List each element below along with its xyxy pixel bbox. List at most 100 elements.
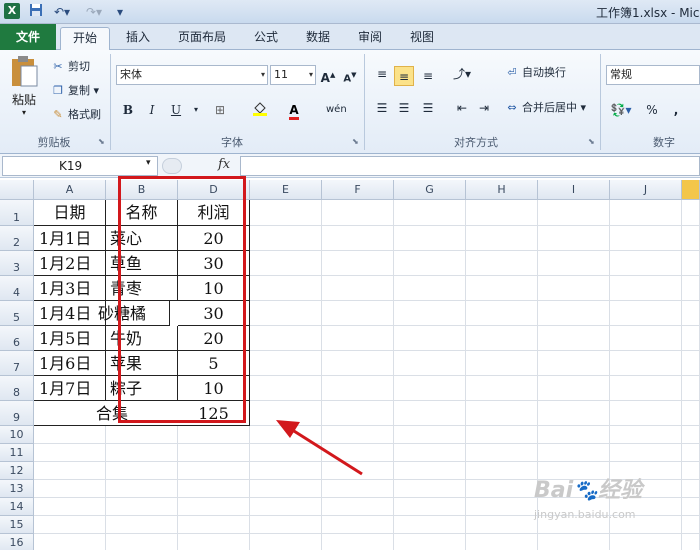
tab-formulas[interactable]: 公式: [246, 27, 286, 50]
tab-home[interactable]: 开始: [60, 27, 110, 51]
cell[interactable]: [610, 301, 682, 326]
cell[interactable]: [538, 301, 610, 326]
grow-font-icon[interactable]: A▲: [318, 65, 338, 85]
row-header[interactable]: 3: [0, 251, 34, 276]
cell[interactable]: [34, 498, 106, 516]
cell[interactable]: [178, 426, 250, 444]
paste-button[interactable]: 粘贴 ▾: [4, 54, 44, 124]
cell[interactable]: [322, 376, 394, 401]
cell[interactable]: [466, 200, 538, 226]
formula-bar-resize-handle[interactable]: [162, 158, 182, 174]
align-right-icon[interactable]: ☰: [418, 98, 438, 118]
tab-insert[interactable]: 插入: [118, 27, 158, 50]
cell[interactable]: [682, 376, 700, 401]
cell[interactable]: [610, 534, 682, 550]
cell[interactable]: [466, 301, 538, 326]
cell[interactable]: [322, 480, 394, 498]
increase-indent-icon[interactable]: ⇥: [474, 98, 494, 118]
bold-button[interactable]: B: [118, 100, 138, 120]
wrap-text-button[interactable]: ⏎ 自动换行: [504, 64, 566, 82]
row-header[interactable]: 4: [0, 276, 34, 301]
cell[interactable]: [466, 276, 538, 301]
cell[interactable]: [394, 301, 466, 326]
cell[interactable]: [178, 480, 250, 498]
formula-input[interactable]: [240, 156, 700, 176]
alignment-launcher-icon[interactable]: ⬊: [588, 137, 595, 146]
cell[interactable]: [322, 200, 394, 226]
currency-icon[interactable]: 💱▾: [608, 100, 634, 120]
cell[interactable]: [394, 276, 466, 301]
cell[interactable]: [394, 376, 466, 401]
align-top-icon[interactable]: ≡: [372, 64, 392, 84]
cell[interactable]: [106, 444, 178, 462]
cell[interactable]: [466, 516, 538, 534]
cell[interactable]: [538, 276, 610, 301]
cell[interactable]: [466, 534, 538, 550]
merge-center-button[interactable]: ⇔ 合并后居中 ▾: [504, 99, 586, 117]
row-header[interactable]: 16: [0, 534, 34, 550]
cell[interactable]: [106, 516, 178, 534]
cell[interactable]: [538, 534, 610, 550]
tab-file[interactable]: 文件: [0, 24, 56, 50]
cell[interactable]: [682, 401, 700, 426]
cell[interactable]: [34, 534, 106, 550]
column-header-f[interactable]: F: [322, 180, 394, 200]
cell[interactable]: [466, 401, 538, 426]
percent-button[interactable]: %: [642, 100, 662, 120]
table-cell[interactable]: 1月1日: [34, 226, 106, 251]
cell[interactable]: [610, 200, 682, 226]
font-color-icon[interactable]: A: [284, 100, 304, 120]
copy-button[interactable]: ❐ 复制 ▾: [50, 82, 99, 100]
cell[interactable]: [34, 444, 106, 462]
cell[interactable]: [178, 534, 250, 550]
cell[interactable]: [250, 534, 322, 550]
cell[interactable]: [538, 426, 610, 444]
cell[interactable]: [682, 276, 700, 301]
cell[interactable]: [538, 351, 610, 376]
fill-color-icon[interactable]: [250, 100, 270, 120]
select-all-corner[interactable]: [0, 180, 34, 200]
cell[interactable]: [682, 226, 700, 251]
cell[interactable]: [394, 498, 466, 516]
cell[interactable]: [394, 351, 466, 376]
cell[interactable]: [538, 226, 610, 251]
tab-review[interactable]: 审阅: [350, 27, 390, 50]
cell[interactable]: [322, 498, 394, 516]
cell[interactable]: [394, 534, 466, 550]
cell[interactable]: [682, 326, 700, 351]
cell[interactable]: [682, 534, 700, 550]
row-header[interactable]: 13: [0, 480, 34, 498]
table-cell[interactable]: 1月2日: [34, 251, 106, 276]
cell[interactable]: [394, 326, 466, 351]
name-box[interactable]: K19: [2, 156, 158, 176]
cell[interactable]: [466, 498, 538, 516]
column-header-g[interactable]: G: [394, 180, 466, 200]
column-header-a[interactable]: A: [34, 180, 106, 200]
align-middle-icon[interactable]: ≡: [394, 66, 414, 86]
row-header[interactable]: 10: [0, 426, 34, 444]
cell[interactable]: [394, 251, 466, 276]
cell[interactable]: [466, 351, 538, 376]
excel-app-icon[interactable]: X: [4, 3, 20, 19]
borders-icon[interactable]: ⊞: [210, 100, 230, 120]
cell[interactable]: [250, 351, 322, 376]
cell[interactable]: [610, 276, 682, 301]
cell[interactable]: [682, 480, 700, 498]
orientation-icon[interactable]: ⤴▾: [452, 64, 472, 84]
cell[interactable]: [34, 480, 106, 498]
row-header[interactable]: 12: [0, 462, 34, 480]
table-cell[interactable]: 1月4日: [34, 301, 106, 326]
table-cell[interactable]: 1月7日: [34, 376, 106, 401]
tab-data[interactable]: 数据: [298, 27, 338, 50]
cell[interactable]: [538, 444, 610, 462]
cell[interactable]: [106, 534, 178, 550]
cell[interactable]: [34, 462, 106, 480]
row-header[interactable]: 1: [0, 200, 34, 226]
phonetic-icon[interactable]: wén: [326, 100, 347, 120]
table-cell[interactable]: 1月3日: [34, 276, 106, 301]
cell[interactable]: [610, 326, 682, 351]
redo-icon[interactable]: ↷▾: [82, 3, 106, 21]
align-left-icon[interactable]: ☰: [372, 98, 392, 118]
cell[interactable]: [682, 462, 700, 480]
row-header[interactable]: 8: [0, 376, 34, 401]
